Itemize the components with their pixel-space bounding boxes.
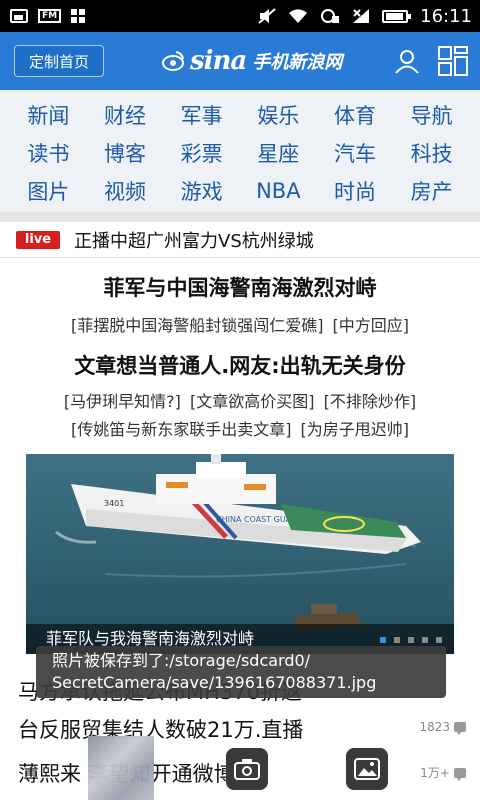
channel-tech[interactable]: 科技 [393,134,470,172]
channel-fashion[interactable]: 时尚 [317,172,394,210]
clock: 16:11 [420,5,472,27]
headline-2-links-row-2: [传姚笛与新东家联手出卖文章] [为房子甩迟帅] [0,416,480,440]
app-header: 定制首页 sina 手机新浪网 [0,32,480,90]
mute-icon [258,8,276,24]
sina-eye-icon [162,51,184,71]
comment-count: 1万+ [420,764,466,781]
related-link[interactable]: [文章欲高价买图] [190,392,315,411]
related-link[interactable]: [马伊琍早知情?] [64,392,181,411]
channel-entertainment[interactable]: 娱乐 [240,96,317,134]
custom-home-button[interactable]: 定制首页 [14,45,104,77]
wifi-icon [289,9,308,23]
sync-icon [321,9,340,23]
logo-text: 手机新浪网 [252,52,343,73]
camera-preview-thumbnail[interactable] [88,736,154,800]
sina-logo[interactable]: sina 手机新浪网 [162,46,342,76]
channel-military[interactable]: 军事 [163,96,240,134]
slide-dot[interactable] [394,637,400,643]
save-toast: 照片被保存到了:/storage/sdcard0/ SecretCamera/s… [36,646,446,698]
channel-horoscope[interactable]: 星座 [240,134,317,172]
headline-2-links-row-1: [马伊琍早知情?] [文章欲高价买图] [不排除炒作] [0,388,480,412]
related-link[interactable]: [不排除炒作] [324,392,417,411]
related-link[interactable]: [中方回应] [333,316,410,335]
comment-count-value: 1823 [419,720,450,734]
fm-radio-icon: FM [38,9,62,23]
slide-dot[interactable] [436,637,442,643]
battery-icon [382,9,412,23]
channel-realestate[interactable]: 房产 [393,172,470,210]
logo-brand: sina [190,46,247,76]
live-text: 正播中超广州富力VS杭州绿城 [74,230,314,252]
headline-2-title[interactable]: 文章想当普通人.网友:出轨无关身份 [0,350,480,380]
photo-slider[interactable]: CHINA COAST GUARD 3401 菲军队与我海警南海激烈对峙 [26,454,454,654]
channel-blog[interactable]: 博客 [87,134,164,172]
news-item-2[interactable]: 台反服贸集结人数破21万.直播 [18,714,303,744]
toast-line-1: 照片被保存到了:/storage/sdcard0/ [52,651,311,670]
channel-lottery[interactable]: 彩票 [163,134,240,172]
channel-news[interactable]: 新闻 [10,96,87,134]
headline-1-title[interactable]: 菲军与中国海警南海激烈对峙 [0,272,480,302]
status-bar: FM 16:11 [0,0,480,32]
camera-icon [234,759,260,780]
user-icon[interactable] [394,48,420,74]
camera-button[interactable] [226,748,268,790]
live-badge: live [16,230,60,249]
channel-sports[interactable]: 体育 [317,96,394,134]
channel-grid: 新闻 财经 军事 娱乐 体育 导航 读书 博客 彩票 星座 汽车 科技 图片 视… [0,90,480,212]
apps-notification-icon [71,9,86,23]
comment-count: 1823 [419,720,466,735]
channel-auto[interactable]: 汽车 [317,134,394,172]
gallery-button[interactable] [346,748,388,790]
signal-icon [353,9,370,23]
channel-photos[interactable]: 图片 [10,172,87,210]
gallery-notification-icon [10,9,28,23]
comment-count-value: 1万+ [420,766,450,780]
channel-books[interactable]: 读书 [10,134,87,172]
related-link[interactable]: [菲摆脱中国海警船封锁强闯仁爱礁] [71,316,324,335]
headline-1-links: [菲摆脱中国海警船封锁强闯仁爱礁] [中方回应] [0,312,480,336]
slide-dot[interactable] [408,637,414,643]
slide-dot[interactable] [422,637,428,643]
channel-video[interactable]: 视频 [87,172,164,210]
channel-games[interactable]: 游戏 [163,172,240,210]
live-banner[interactable]: live 正播中超广州富力VS杭州绿城 [0,222,480,258]
toast-line-2: SecretCamera/save/1396167088371.jpg [52,673,377,692]
ship-number: 3401 [104,499,124,508]
related-link[interactable]: [传姚笛与新东家联手出卖文章] [71,420,292,439]
comment-icon [454,722,466,735]
grid-menu-icon[interactable] [438,46,468,76]
slide-indicator [380,637,442,643]
channel-nba[interactable]: NBA [240,172,317,210]
related-link[interactable]: [为房子甩迟帅] [301,420,410,439]
divider [0,212,480,222]
comment-icon [454,767,466,781]
sina-mobile-home: FM 16:11 定制首页 sina 手机新浪网 新闻 财经 军事 娱乐 体育 [0,0,480,800]
channel-finance[interactable]: 财经 [87,96,164,134]
gallery-icon [354,758,380,780]
channel-navigation[interactable]: 导航 [393,96,470,134]
slide-dot[interactable] [380,637,386,643]
